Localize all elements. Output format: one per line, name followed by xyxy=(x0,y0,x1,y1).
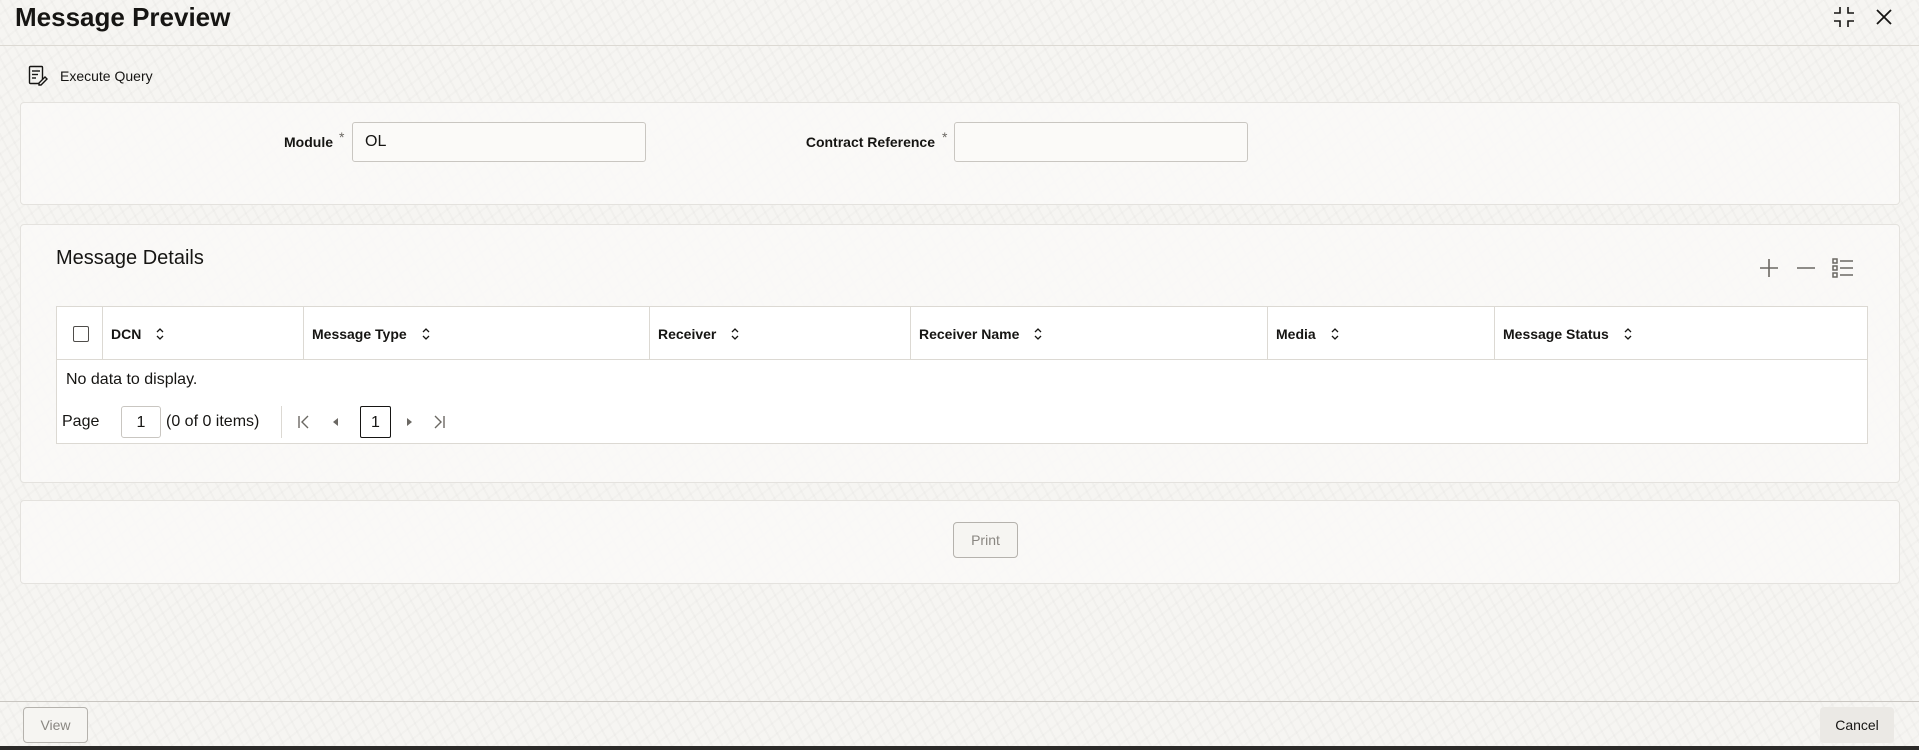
column-header-label: Message Status xyxy=(1503,325,1609,342)
maximize-icon[interactable] xyxy=(1831,4,1857,30)
column-header-label: Message Type xyxy=(312,325,407,342)
execute-query-icon xyxy=(28,65,48,87)
view-button[interactable]: View xyxy=(23,707,88,743)
message-details-title: Message Details xyxy=(56,247,204,269)
contract-reference-label: Contract Reference xyxy=(805,134,935,150)
contract-reference-required-marker: * xyxy=(942,129,948,145)
select-all-cell xyxy=(57,307,103,360)
column-header-receiver[interactable]: Receiver xyxy=(650,307,911,360)
first-page-icon[interactable] xyxy=(296,414,312,430)
list-view-icon[interactable] xyxy=(1830,255,1856,281)
execute-query-label: Execute Query xyxy=(60,68,153,84)
message-details-table: DCN Message Type Receiver Receiver Name … xyxy=(56,306,1868,444)
contract-reference-input[interactable] xyxy=(954,122,1248,162)
column-header-message-type[interactable]: Message Type xyxy=(304,307,650,360)
cancel-button[interactable]: Cancel xyxy=(1820,707,1894,743)
module-input[interactable] xyxy=(352,122,646,162)
execute-query-button[interactable]: Execute Query xyxy=(28,63,153,89)
next-page-icon[interactable] xyxy=(401,414,417,430)
window-title: Message Preview xyxy=(15,2,231,32)
sort-icon[interactable] xyxy=(1623,327,1633,341)
last-page-icon[interactable] xyxy=(431,414,447,430)
empty-table-message: No data to display. xyxy=(66,371,198,388)
table-header: DCN Message Type Receiver Receiver Name … xyxy=(57,307,1867,360)
page-summary: (0 of 0 items) xyxy=(166,413,260,430)
sort-icon[interactable] xyxy=(155,327,165,341)
column-header-label: Receiver xyxy=(658,325,717,342)
footer-bar: View Cancel xyxy=(0,701,1919,746)
sort-icon[interactable] xyxy=(730,327,740,341)
page-label: Page xyxy=(62,413,100,430)
select-all-checkbox[interactable] xyxy=(73,326,89,342)
sort-icon[interactable] xyxy=(421,327,431,341)
column-header-label: DCN xyxy=(111,325,142,342)
current-page-button[interactable]: 1 xyxy=(360,406,391,438)
pagination: Page 1 (0 of 0 items) 1 xyxy=(62,406,562,438)
column-header-media[interactable]: Media xyxy=(1268,307,1495,360)
previous-page-icon[interactable] xyxy=(328,414,344,430)
column-header-label: Receiver Name xyxy=(919,325,1020,342)
minus-icon[interactable] xyxy=(1793,255,1819,281)
column-header-label: Media xyxy=(1276,325,1316,342)
window-titlebar: Message Preview xyxy=(0,0,1919,46)
print-panel: Print xyxy=(20,500,1900,584)
plus-icon[interactable] xyxy=(1756,255,1782,281)
module-required-marker: * xyxy=(339,129,345,145)
pagination-divider xyxy=(281,406,282,438)
print-button[interactable]: Print xyxy=(953,522,1018,558)
bottom-edge xyxy=(0,746,1919,750)
column-header-receiver-name[interactable]: Receiver Name xyxy=(911,307,1268,360)
message-details-panel: Message Details DCN Message Type Receive… xyxy=(20,224,1900,483)
page-number-input[interactable]: 1 xyxy=(121,406,161,438)
sort-icon[interactable] xyxy=(1033,327,1043,341)
sort-icon[interactable] xyxy=(1330,327,1340,341)
column-header-dcn[interactable]: DCN xyxy=(103,307,304,360)
module-label: Module xyxy=(284,134,333,150)
column-header-message-status[interactable]: Message Status xyxy=(1495,307,1867,360)
close-icon[interactable] xyxy=(1871,4,1897,30)
query-criteria-panel: Module * Contract Reference * xyxy=(20,102,1900,205)
